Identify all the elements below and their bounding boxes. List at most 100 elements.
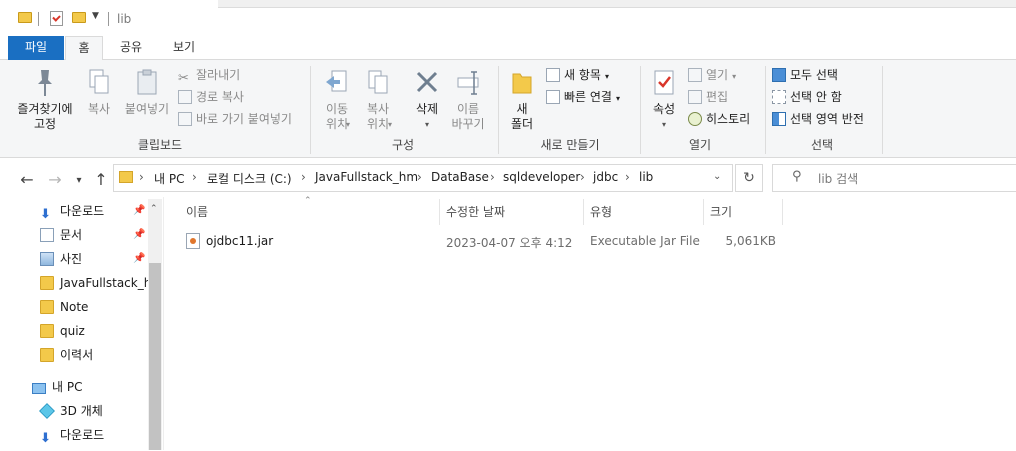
new-item-icon — [546, 68, 560, 82]
nav-scrollbar-thumb[interactable] — [149, 263, 161, 450]
back-arrow-icon[interactable]: ← — [17, 170, 37, 189]
edit-label: 편집 — [706, 90, 729, 104]
column-header-size[interactable]: 크기 — [710, 203, 732, 220]
breadcrumb-lib[interactable]: lib — [639, 170, 653, 184]
breadcrumb-chevron-icon[interactable]: › — [192, 170, 197, 184]
nav-item-documents[interactable]: 문서 — [40, 223, 82, 247]
column-divider[interactable] — [439, 199, 440, 225]
folder-icon — [18, 12, 32, 23]
cube-3d-icon — [39, 403, 55, 419]
nav-item-note[interactable]: Note — [40, 295, 88, 319]
tab-file[interactable]: 파일 — [8, 36, 64, 60]
breadcrumb-chevron-icon[interactable]: › — [417, 170, 422, 184]
select-group-label: 선택 — [810, 138, 834, 152]
address-history-chevron-icon[interactable]: ⌄ — [713, 171, 721, 182]
breadcrumb-sqldeveloper[interactable]: sqldeveloper — [503, 170, 580, 184]
scroll-up-chevron-icon[interactable]: ⌃ — [150, 204, 158, 214]
paste-shortcut-icon — [178, 112, 192, 126]
new-folder-quick-icon[interactable] — [72, 12, 86, 23]
nav-item-label: 다운로드 — [60, 204, 105, 218]
rename-button[interactable]: 이름 바꾸기 — [448, 68, 488, 132]
move-to-button[interactable]: 이동 위치 — [317, 68, 357, 132]
breadcrumb-chevron-icon[interactable]: › — [490, 170, 495, 184]
breadcrumb-this-pc[interactable]: 내 PC — [154, 170, 184, 187]
open-button[interactable]: 열기 ▾ — [688, 67, 736, 85]
column-divider[interactable] — [583, 199, 584, 225]
pinned-icon: 📌 — [133, 229, 146, 240]
nav-item-3d-objects[interactable]: 3D 개체 — [39, 399, 103, 423]
breadcrumb-chevron-icon[interactable]: › — [580, 170, 585, 184]
column-header-modified[interactable]: 수정한 날짜 — [446, 203, 505, 220]
new-folder-button[interactable]: 새 폴더 — [504, 68, 540, 132]
copy-to-dropdown-icon[interactable]: ▾ — [388, 120, 392, 129]
delete-dropdown-icon[interactable]: ▾ — [408, 117, 446, 132]
nav-item-quiz[interactable]: quiz — [40, 319, 85, 343]
pinned-icon: 📌 — [133, 253, 146, 264]
download-arrow-icon: ⬇ — [40, 431, 51, 446]
search-icon: ⚲ — [792, 169, 802, 184]
properties-button[interactable]: 속성 ▾ — [646, 68, 682, 132]
search-input-placeholder[interactable]: lib 검색 — [818, 170, 858, 187]
invert-selection-button[interactable]: 선택 영역 반전 — [772, 111, 864, 127]
open-dropdown-icon: ▾ — [732, 72, 737, 81]
open-icon — [688, 68, 702, 82]
breadcrumb-chevron-icon[interactable]: › — [139, 170, 144, 184]
copy-to-icon — [368, 70, 388, 94]
nav-item-resume[interactable]: 이력서 — [40, 343, 93, 367]
rename-icon — [457, 71, 479, 95]
copy-path-button[interactable]: 경로 복사 — [178, 89, 244, 105]
breadcrumb-chevron-icon[interactable]: › — [625, 170, 630, 184]
edit-icon — [688, 90, 702, 104]
cut-button[interactable]: ✂ 잘라내기 — [178, 67, 240, 86]
history-label: 히스토리 — [706, 112, 751, 126]
nav-item-pictures[interactable]: 사진 — [40, 247, 82, 271]
nav-item-downloads[interactable]: ⬇ 다운로드 — [40, 199, 104, 223]
search-box[interactable] — [772, 164, 1016, 192]
nav-item-this-pc[interactable]: 내 PC — [32, 375, 82, 399]
new-item-button[interactable]: 새 항목 ▾ — [546, 67, 609, 85]
pin-quick-access-button[interactable]: 즐겨찾기에 고정 — [12, 68, 78, 132]
breadcrumb-local-disk[interactable]: 로컬 디스크 (C:) — [207, 170, 292, 187]
history-button[interactable]: 히스토리 — [688, 111, 750, 127]
paste-shortcut-label: 바로 가기 붙여넣기 — [196, 112, 292, 126]
breadcrumb-javafullstack[interactable]: JavaFullstack_hm — [315, 170, 418, 184]
select-none-button[interactable]: 선택 안 함 — [772, 89, 842, 105]
move-to-dropdown-icon[interactable]: ▾ — [346, 120, 350, 129]
easy-access-dropdown-icon: ▾ — [615, 94, 620, 103]
copy-button[interactable]: 복사 — [80, 68, 118, 117]
refresh-icon[interactable]: ↻ — [735, 164, 763, 192]
properties-quick-icon[interactable] — [50, 11, 63, 26]
breadcrumb-jdbc[interactable]: jdbc — [593, 170, 618, 184]
column-divider[interactable] — [782, 199, 783, 225]
tab-view[interactable]: 보기 — [160, 36, 208, 60]
move-to-icon — [326, 70, 347, 92]
column-divider[interactable] — [703, 199, 704, 225]
column-header-name[interactable]: 이름 — [186, 203, 208, 220]
nav-item-pc-downloads[interactable]: ⬇ 다운로드 — [40, 423, 104, 447]
new-folder-label: 새 폴더 — [510, 102, 534, 131]
breadcrumb-database[interactable]: DataBase — [431, 170, 489, 184]
nav-item-label: 사진 — [60, 252, 83, 266]
select-all-button[interactable]: 모두 선택 — [772, 67, 838, 83]
edit-button[interactable]: 편집 — [688, 89, 728, 105]
copy-label: 복사 — [87, 102, 111, 116]
customize-quick-access-icon[interactable]: ▼ — [92, 11, 99, 21]
up-arrow-icon[interactable]: ↑ — [91, 170, 111, 189]
file-modified: 2023-04-07 오후 4:12 — [446, 236, 573, 250]
paste-shortcut-button[interactable]: 바로 가기 붙여넣기 — [178, 111, 292, 127]
delete-button[interactable]: 삭제 ▾ — [408, 68, 446, 132]
breadcrumb-chevron-icon[interactable]: › — [301, 170, 306, 184]
file-name[interactable]: ojdbc11.jar — [206, 234, 273, 248]
nav-item-label: 다운로드 — [60, 428, 105, 442]
nav-item-javafullstack[interactable]: JavaFullstack_hm — [40, 271, 148, 295]
properties-dropdown-icon[interactable]: ▾ — [646, 117, 682, 132]
forward-arrow-icon[interactable]: → — [45, 170, 65, 189]
easy-access-button[interactable]: 빠른 연결 ▾ — [546, 89, 620, 107]
tab-share[interactable]: 공유 — [110, 36, 152, 60]
recent-locations-icon[interactable]: ▾ — [69, 175, 89, 186]
tab-home[interactable]: 홈 — [65, 36, 103, 61]
column-header-type[interactable]: 유형 — [590, 203, 612, 220]
scissors-icon: ✂ — [178, 71, 189, 86]
select-none-label: 선택 안 함 — [790, 90, 842, 104]
paste-button[interactable]: 붙여넣기 — [121, 68, 173, 117]
